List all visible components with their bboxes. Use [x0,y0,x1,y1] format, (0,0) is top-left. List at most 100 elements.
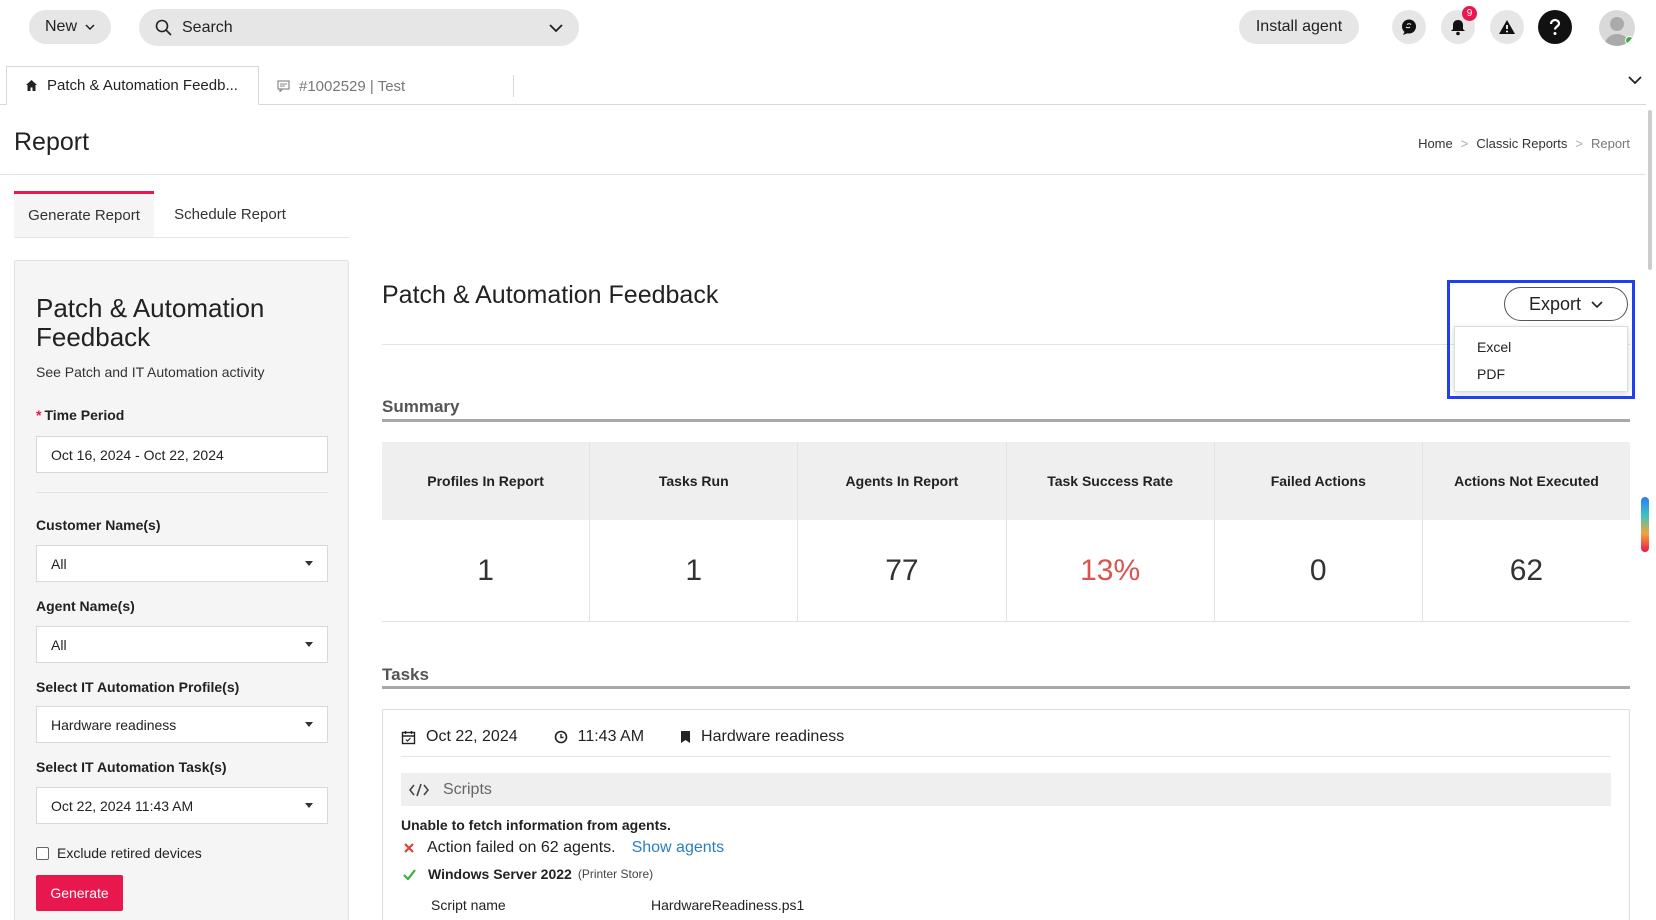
notification-badge: 9 [1462,6,1477,21]
summary-value: 0 [1214,520,1422,622]
summary-cell: Failed Actions 0 [1214,442,1423,622]
breadcrumb: Home > Classic Reports > Report [1418,136,1630,151]
required-marker: * [36,407,42,423]
summary-header: Actions Not Executed [1422,442,1631,520]
help-button[interactable] [1538,10,1572,44]
warning-icon [1499,20,1515,34]
summary-value: 13% [1006,520,1214,622]
os-name: Windows Server 2022 [428,866,572,882]
agent-value: All [51,636,67,653]
panel-subtitle: See Patch and IT Automation activity [36,364,265,380]
customer-select[interactable]: All [36,545,328,582]
fail-text: Action failed on 62 agents. [427,839,616,856]
search-bar[interactable]: Search [139,9,579,46]
tasks-heading-rule [382,686,1630,689]
task-profile: Hardware readiness [680,728,844,746]
breadcrumb-home[interactable]: Home [1418,136,1453,151]
summary-heading-rule [382,419,1630,422]
customer-value: All [51,555,67,572]
breadcrumb-current: Report [1590,136,1630,151]
task-date: Oct 22, 2024 [401,728,518,746]
task-profile-value: Hardware readiness [701,728,845,745]
breadcrumb-classic-reports[interactable]: Classic Reports [1476,136,1567,151]
check-icon [403,868,416,880]
tab-patch-automation[interactable]: Patch & Automation Feedb... [6,66,259,105]
time-period-label: * Time Period [36,407,125,423]
export-highlight-box [1447,280,1635,399]
subtab-divider [14,237,349,238]
profile-label: Select IT Automation Profile(s) [36,679,240,695]
profile-select[interactable]: Hardware readiness [36,706,328,743]
tab-ticket[interactable]: #1002529 | Test [259,75,514,97]
document-tabs-bar: Patch & Automation Feedb... #1002529 | T… [0,66,1646,105]
task-divider [401,756,1611,757]
header-divider [0,174,1646,175]
fetch-error-message: Unable to fetch information from agents. [401,817,671,833]
summary-value: 1 [382,520,590,622]
install-agent-label: Install agent [1255,18,1343,35]
profile-value: Hardware readiness [51,716,177,733]
alerts-button[interactable] [1490,10,1524,44]
caret-down-icon [305,561,313,566]
install-agent-button[interactable]: Install agent [1239,10,1359,44]
chevron-down-icon[interactable] [549,23,563,32]
summary-cell: Actions Not Executed 62 [1422,442,1631,622]
task-date-value: Oct 22, 2024 [426,728,518,745]
clock-icon [554,730,567,744]
chat-button[interactable] [1392,10,1426,44]
tab-label: #1002529 | Test [299,77,406,95]
tab-label: Patch & Automation Feedb... [47,77,238,94]
customer-label: Customer Name(s) [36,517,161,533]
panel-title: Patch & Automation Feedback [36,293,265,352]
task-meta: Oct 22, 2024 11:43 AM Hardware readiness [401,728,880,746]
script-name-label: Script name [431,897,506,913]
task-time-value: 11:43 AM [577,728,645,745]
chat-icon [1402,19,1416,35]
tab-generate-report[interactable]: Generate Report [14,191,154,237]
breadcrumb-separator: > [1460,136,1469,151]
tasks-heading: Tasks [382,665,429,684]
generate-button[interactable]: Generate [36,875,123,911]
chevron-down-icon[interactable] [1628,76,1642,84]
calendar-icon [401,730,416,744]
side-widget-handle[interactable] [1641,497,1649,552]
field-divider [36,492,328,493]
task-time: 11:43 AM [554,728,644,746]
summary-cell: Tasks Run 1 [590,442,799,622]
summary-cell: Profiles In Report 1 [382,442,591,622]
task-label: Select IT Automation Task(s) [36,759,227,775]
report-options-panel: Patch & Automation Feedback See Patch an… [14,260,349,920]
script-name-row: Script name HardwareReadiness.ps1 [431,897,804,913]
time-period-input[interactable]: Oct 16, 2024 - Oct 22, 2024 [36,436,328,473]
bookmark-icon [681,731,691,743]
scripts-label: Scripts [443,780,492,798]
home-icon [26,80,37,91]
summary-value: 77 [798,520,1006,622]
report-title: Patch & Automation Feedback [382,281,719,309]
top-bar: New Search Install agent 9 [0,0,1656,56]
os-note: (Printer Store) [577,867,654,881]
new-button[interactable]: New [29,10,111,44]
task-select[interactable]: Oct 22, 2024 11:43 AM [36,787,328,824]
show-agents-link[interactable]: Show agents [632,839,725,857]
summary-header: Task Success Rate [1006,442,1214,520]
summary-heading: Summary [382,397,460,416]
summary-header: Profiles In Report [382,442,590,520]
summary-header: Agents In Report [798,442,1006,520]
summary-value: 1 [590,520,798,622]
agent-select[interactable]: All [36,626,328,663]
exclude-retired-checkbox[interactable] [36,846,49,860]
online-status-dot [1625,36,1634,45]
page-scrollbar[interactable] [1648,110,1652,270]
scripts-bar[interactable]: Scripts [401,773,1611,806]
user-avatar[interactable] [1599,10,1635,46]
error-x-icon [404,843,414,853]
search-placeholder: Search [182,18,233,36]
tab-schedule-report[interactable]: Schedule Report [154,191,306,237]
summary-table: Profiles In Report 1 Tasks Run 1 Agents … [382,442,1631,622]
time-period-value: Oct 16, 2024 - Oct 22, 2024 [51,446,224,463]
caret-down-icon [305,722,313,727]
agent-label: Agent Name(s) [36,598,135,614]
code-icon [409,783,429,796]
ok-row: Windows Server 2022 (Printer Store) [403,866,653,882]
